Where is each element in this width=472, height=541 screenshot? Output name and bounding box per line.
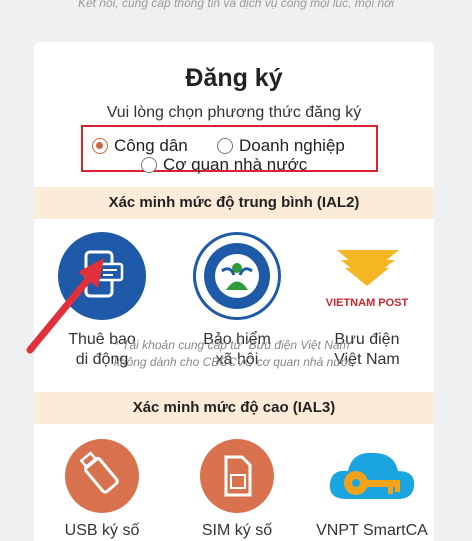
- vietnam-post-logo-text: VIETNAM POST: [326, 297, 409, 309]
- radio-label: Doanh nghiệp: [239, 136, 345, 155]
- register-card: Đăng ký Vui lòng chọn phương thức đăng k…: [34, 42, 434, 541]
- sim-card-icon[interactable]: [200, 439, 274, 513]
- option-label: VNPT SmartCA: [316, 522, 428, 539]
- radio-checked-icon[interactable]: [92, 138, 108, 154]
- note-line-1: * Tài khoản cung cấp từ "Bưu điện Việt N…: [114, 338, 354, 352]
- radio-co-quan-nha-nuoc[interactable]: Cơ quan nhà nước: [141, 155, 307, 175]
- ial2-heading: Xác minh mức độ trung bình (IAL2): [34, 187, 434, 219]
- radio-unchecked-icon[interactable]: [141, 157, 157, 173]
- note-line-2: không dành cho CBCCVC cơ quan nhà nước: [113, 355, 355, 369]
- radio-label: Cơ quan nhà nước: [163, 155, 308, 174]
- option-usb-signing[interactable]: USB ký số: [50, 439, 154, 541]
- vietnam-social-insurance-logo[interactable]: [193, 232, 281, 320]
- ial3-heading: Xác minh mức độ cao (IAL3): [34, 392, 434, 424]
- option-label: SIM ký số: [201, 522, 273, 539]
- vietnam-post-note: * Tài khoản cung cấp từ "Bưu điện Việt N…: [34, 337, 434, 371]
- top-tagline: Kết nối, cung cấp thông tin và dịch vụ c…: [77, 0, 395, 10]
- page-subtitle: Vui lòng chọn phương thức đăng ký: [106, 104, 362, 121]
- vietnam-post-logo[interactable]: VIETNAM POST: [323, 232, 411, 320]
- radio-unchecked-icon[interactable]: [217, 138, 233, 154]
- vnpt-smartca-key-cloud-icon[interactable]: [322, 439, 422, 513]
- option-label: USB ký số: [64, 522, 140, 539]
- radio-doanh-nghiep[interactable]: Doanh nghiệp: [217, 136, 345, 156]
- usb-token-icon[interactable]: [65, 439, 139, 513]
- page-title: Đăng ký: [185, 64, 283, 92]
- radio-label: Công dân: [114, 136, 188, 155]
- option-vnpt-smartca[interactable]: VNPT SmartCA: [312, 439, 432, 541]
- mobile-phone-icon[interactable]: [58, 232, 146, 320]
- option-sim-signing[interactable]: SIM ký số: [182, 439, 292, 541]
- radio-cong-dan[interactable]: Công dân: [92, 136, 188, 156]
